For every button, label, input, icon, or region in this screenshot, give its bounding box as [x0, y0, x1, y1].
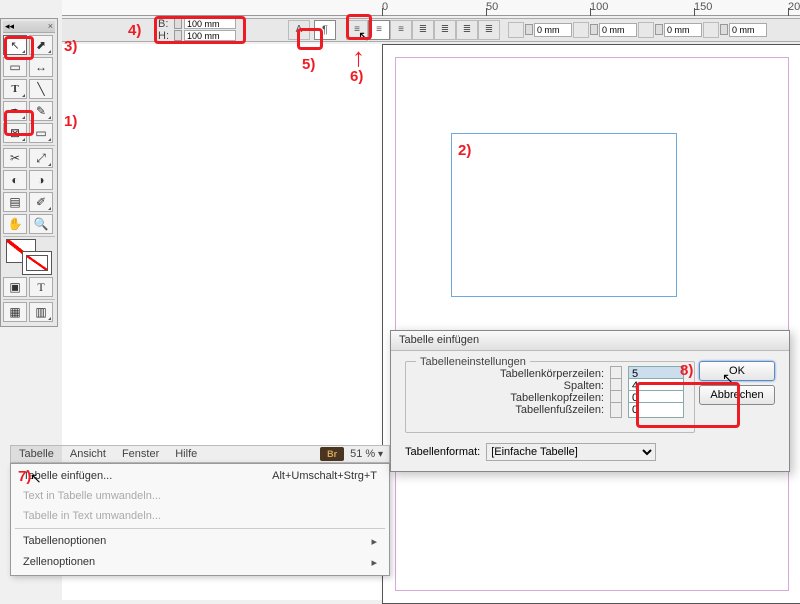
spinner-icon[interactable]: [610, 402, 622, 418]
indent-first-icon: [573, 22, 589, 38]
fieldset-legend: Tabelleneinstellungen: [416, 356, 530, 368]
tabelle-menu-dropdown: Tabelle einfügen... Alt+Umschalt+Strg+T …: [10, 463, 390, 576]
insert-table-dialog: Tabelle einfügen Tabelleneinstellungen T…: [390, 330, 790, 472]
panel-header[interactable]: ×◂◂: [3, 21, 55, 33]
page-tool[interactable]: ▭: [3, 57, 27, 77]
align-justify-right-button[interactable]: ≣: [478, 20, 500, 40]
note-tool[interactable]: ▤: [3, 192, 27, 212]
pencil-tool[interactable]: ✎: [29, 101, 53, 121]
arrow-icon: ↖: [10, 39, 19, 52]
close-icon[interactable]: ×: [48, 21, 53, 31]
ok-button[interactable]: OK: [699, 361, 775, 381]
cancel-button[interactable]: Abbrechen: [699, 385, 775, 405]
head-rows-label: Tabellenkopfzeilen:: [510, 392, 604, 404]
menu-cell-options[interactable]: Zellenoptionen▸: [11, 552, 389, 573]
direct-selection-tool[interactable]: ⬈: [29, 35, 53, 55]
menu-bar: Tabelle Ansicht Fenster Hilfe Br 51 % ▾: [10, 445, 390, 463]
submenu-arrow-icon: ▸: [371, 556, 377, 569]
indent-group: [508, 22, 767, 38]
width-height-group: B: H:: [158, 18, 236, 42]
table-format-label: Tabellenformat:: [405, 446, 480, 458]
menu-insert-table[interactable]: Tabelle einfügen... Alt+Umschalt+Strg+T: [11, 466, 389, 486]
menu-ansicht[interactable]: Ansicht: [62, 446, 114, 462]
space-before-icon: [638, 22, 654, 38]
view-mode-normal[interactable]: ▦: [3, 302, 27, 322]
pilcrow-icon: ¶: [322, 24, 328, 36]
control-panel: B: H: A ¶ ≡ ≡ ≡ ≣ ≣ ≣ ≣: [62, 18, 800, 42]
page: [382, 44, 800, 604]
zoom-tool[interactable]: 🔍: [29, 214, 53, 234]
align-justify-left-button[interactable]: ≣: [434, 20, 456, 40]
menu-table-options[interactable]: Tabellenoptionen▸: [11, 531, 389, 552]
width-label: B:: [158, 18, 172, 30]
gap-tool[interactable]: ↔: [29, 57, 53, 77]
line-tool[interactable]: ╲: [29, 79, 53, 99]
align-center-button[interactable]: ≡: [368, 20, 390, 40]
space-before-input[interactable]: [664, 23, 702, 37]
space-after-input[interactable]: [729, 23, 767, 37]
body-rows-label: Tabellenkörperzeilen:: [500, 368, 604, 380]
submenu-arrow-icon: ▸: [371, 535, 377, 548]
table-format-select[interactable]: [Einfache Tabelle]: [486, 443, 656, 461]
gradient-feather-tool[interactable]: ◑: [29, 170, 53, 190]
align-justify-button[interactable]: ≣: [412, 20, 434, 40]
indent-first-input[interactable]: [599, 23, 637, 37]
hand-tool[interactable]: ✋: [3, 214, 27, 234]
text-frame[interactable]: [451, 133, 677, 297]
menu-fenster[interactable]: Fenster: [114, 446, 167, 462]
gradient-swatch-tool[interactable]: ◐: [3, 170, 27, 190]
stroke-color[interactable]: [22, 251, 52, 275]
foot-rows-input[interactable]: [628, 402, 684, 418]
horizontal-ruler: 0 50 100 150 200: [62, 0, 800, 16]
free-transform-tool[interactable]: ⤢: [29, 148, 53, 168]
eyedropper-tool[interactable]: ✐: [29, 192, 53, 212]
apply-container-button[interactable]: ▣: [3, 277, 27, 297]
spinner-icon[interactable]: [525, 24, 533, 35]
rectangle-tool[interactable]: ▭: [29, 123, 53, 143]
selection-tool[interactable]: ↖: [3, 35, 27, 55]
width-input[interactable]: [184, 18, 236, 29]
indent-left-icon: [508, 22, 524, 38]
foot-rows-label: Tabellenfußzeilen:: [515, 404, 604, 416]
height-input[interactable]: [184, 30, 236, 41]
height-label: H:: [158, 30, 172, 42]
space-after-icon: [703, 22, 719, 38]
columns-label: Spalten:: [564, 380, 604, 392]
spinner-icon[interactable]: [174, 30, 182, 41]
pen-tool[interactable]: ✒: [3, 101, 27, 121]
menu-tabelle[interactable]: Tabelle: [11, 446, 62, 462]
align-left-button[interactable]: ≡: [346, 20, 368, 40]
spinner-icon[interactable]: [720, 24, 728, 35]
zoom-level[interactable]: 51 % ▾: [350, 448, 383, 460]
view-mode-preview[interactable]: ▥: [29, 302, 53, 322]
rectangle-frame-tool[interactable]: ⊠: [3, 123, 27, 143]
type-icon: T: [11, 83, 18, 95]
menu-hilfe[interactable]: Hilfe: [167, 446, 205, 462]
spinner-icon[interactable]: [174, 18, 182, 29]
scissors-tool[interactable]: ✂: [3, 148, 27, 168]
apply-text-button[interactable]: T: [29, 277, 53, 297]
char-align-group: A ¶: [288, 20, 336, 40]
spinner-icon[interactable]: [590, 24, 598, 35]
shortcut-label: Alt+Umschalt+Strg+T: [272, 470, 377, 482]
dialog-title[interactable]: Tabelle einfügen: [391, 331, 789, 351]
tools-panel: ×◂◂ ↖ ⬈ ▭ ↔ T ╲ ✒ ✎ ⊠ ▭ ✂ ⤢ ◐ ◑ ▤ ✐ ✋ 🔍 …: [0, 18, 58, 327]
char-mode-button[interactable]: A: [288, 20, 310, 40]
para-mode-button[interactable]: ¶: [314, 20, 336, 40]
indent-left-input[interactable]: [534, 23, 572, 37]
spinner-icon[interactable]: [655, 24, 663, 35]
bridge-button[interactable]: Br: [320, 447, 344, 461]
align-right-button[interactable]: ≡: [390, 20, 412, 40]
menu-text-to-table: Text in Tabelle umwandeln...: [11, 486, 389, 506]
align-justify-center-button[interactable]: ≣: [456, 20, 478, 40]
table-settings-fieldset: Tabelleneinstellungen Tabellenkörperzeil…: [405, 361, 695, 433]
type-tool[interactable]: T: [3, 79, 27, 99]
fill-stroke-swatch[interactable]: [4, 239, 54, 275]
menu-table-to-text: Tabelle in Text umwandeln...: [11, 506, 389, 526]
